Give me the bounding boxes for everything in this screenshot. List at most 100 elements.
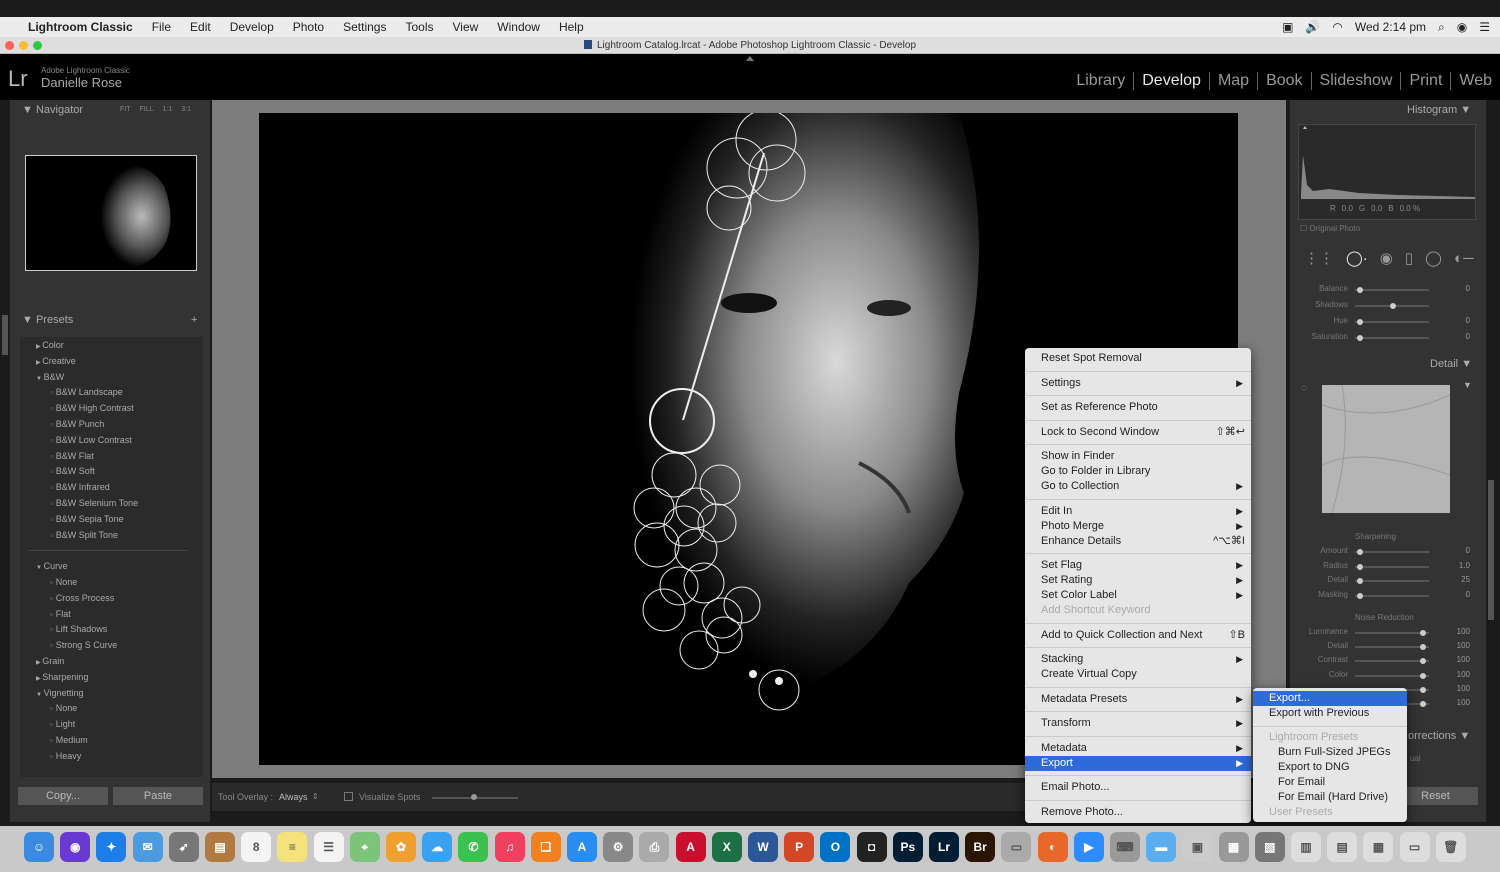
app-store-icon[interactable]: A — [567, 832, 597, 862]
menu-item[interactable]: Stacking ▶ — [1025, 652, 1251, 667]
firefox-icon[interactable]: ◐ — [1037, 832, 1068, 862]
menu-window[interactable]: Window — [497, 20, 540, 34]
preset-item[interactable]: ▫ Medium — [50, 733, 88, 749]
slider-track[interactable] — [1355, 660, 1429, 663]
notes-icon[interactable]: ≡ — [277, 832, 308, 862]
detail-target-icon[interactable]: ◌ — [1301, 383, 1307, 394]
menu-item[interactable]: Reset Spot Removal — [1025, 351, 1251, 366]
menu-item[interactable]: Edit In ▶ — [1025, 504, 1251, 519]
acrobat-icon[interactable]: A — [675, 832, 706, 862]
music-icon[interactable]: ♫ — [494, 832, 525, 862]
red-eye-tool-icon[interactable]: ◉ — [1380, 249, 1393, 267]
slider-thumb[interactable] — [1357, 563, 1363, 570]
detail-preview[interactable] — [1321, 384, 1451, 514]
module-book[interactable]: Book — [1257, 72, 1310, 90]
bridge-icon[interactable]: Br — [965, 832, 996, 862]
detail-preview-toggle-icon[interactable]: ▼ — [1463, 380, 1472, 390]
zoom-fill[interactable]: FILL — [140, 106, 154, 113]
slider-value[interactable]: 1.0 — [1450, 561, 1470, 570]
preset-item[interactable]: ▫ B&W Soft — [50, 464, 95, 480]
slider-track[interactable] — [1355, 551, 1429, 553]
preset-item[interactable]: ▫ Heavy — [50, 749, 81, 765]
menu-item[interactable]: Set as Reference Photo — [1025, 400, 1251, 415]
menu-file[interactable]: File — [152, 20, 171, 34]
menu-item[interactable]: Burn Full-Sized JPEGs — [1253, 745, 1407, 760]
lens-corrections-tab[interactable]: ual — [1410, 754, 1421, 763]
slider-thumb[interactable] — [1357, 549, 1363, 555]
menu-develop[interactable]: Develop — [230, 20, 274, 34]
maps-icon[interactable]: ⌖ — [349, 832, 380, 862]
slider-thumb[interactable] — [1357, 319, 1363, 325]
menu-item[interactable]: Enhance Details ^⌥⌘I — [1025, 534, 1251, 549]
slider-thumb[interactable] — [1390, 303, 1396, 309]
keyboard-icon[interactable]: ⌨ — [1110, 832, 1140, 862]
slider-thumb[interactable] — [1420, 686, 1426, 693]
presets-header[interactable]: ▼ Presets — [22, 314, 73, 326]
menu-item[interactable]: Email Photo... — [1025, 780, 1251, 795]
calendar-icon[interactable]: 8 — [241, 832, 272, 862]
app-menu[interactable]: Lightroom Classic — [28, 20, 133, 34]
expanded-triangle-icon[interactable]: ▼ — [36, 376, 44, 382]
camera-icon[interactable]: ▣ — [1282, 20, 1293, 34]
preset-item[interactable]: ▫ Lift Shadows — [50, 622, 107, 638]
preset-item[interactable]: ▫ B&W High Contrast — [50, 401, 134, 417]
lens-corrections-header[interactable]: orrections ▼ — [1408, 730, 1470, 742]
slider-thumb[interactable] — [1357, 287, 1363, 293]
menu-item[interactable]: Lock to Second Window ⇧⌘↩ — [1025, 425, 1251, 440]
photoshop-icon[interactable]: Ps — [892, 832, 923, 862]
minimize-window-button[interactable] — [19, 41, 28, 50]
preset-item[interactable]: ▫ None — [50, 575, 77, 591]
preset-item[interactable]: ▫ Strong S Curve — [50, 638, 117, 654]
slider-value[interactable]: 0 — [1450, 332, 1470, 341]
slider-value[interactable]: 0 — [1450, 284, 1470, 293]
slider-value[interactable]: 100 — [1450, 670, 1470, 679]
left-scrollbar[interactable] — [2, 315, 8, 355]
menu-item[interactable]: Add to Quick Collection and Next ⇧B — [1025, 628, 1251, 643]
slider-value[interactable]: 100 — [1450, 655, 1470, 664]
preset-item[interactable]: ▫ B&W Split Tone — [50, 528, 118, 544]
menu-photo[interactable]: Photo — [293, 20, 324, 34]
zoom-fit[interactable]: FIT — [120, 106, 131, 113]
visualize-spots-checkbox[interactable] — [344, 792, 353, 801]
slider-value[interactable]: 25 — [1450, 575, 1470, 584]
adjustment-brush-icon[interactable]: ◐─ — [1454, 250, 1474, 267]
control-center-icon[interactable]: ☰ — [1479, 20, 1490, 34]
expanded-triangle-icon[interactable]: ▼ — [36, 692, 44, 698]
right-scrollbar[interactable] — [1488, 480, 1494, 620]
preset-item[interactable]: ▫ B&W Sepia Tone — [50, 512, 124, 528]
menu-item[interactable]: Export to DNG — [1253, 760, 1407, 775]
slider-value[interactable]: 0 — [1450, 590, 1470, 599]
screen-icon[interactable]: ▭ — [1399, 832, 1430, 862]
notebook-icon[interactable]: ▤ — [205, 832, 235, 862]
menu-item[interactable]: Export... — [1253, 691, 1407, 706]
detail-header[interactable]: Detail ▼ — [1430, 358, 1472, 370]
archive-icon[interactable]: ▦ — [1218, 832, 1249, 862]
zoom-3-1[interactable]: 3:1 — [181, 106, 191, 113]
slider-thumb[interactable] — [1420, 672, 1426, 679]
slider-value[interactable]: 100 — [1450, 684, 1470, 693]
menu-view[interactable]: View — [452, 20, 478, 34]
safari-icon[interactable]: ✦ — [96, 832, 127, 862]
excel-icon[interactable]: X — [711, 832, 742, 862]
module-library[interactable]: Library — [1068, 72, 1133, 90]
original-photo-checkbox[interactable]: ☐ Original Photo — [1300, 224, 1360, 233]
slider-track[interactable] — [1355, 580, 1429, 582]
module-web[interactable]: Web — [1450, 72, 1500, 90]
crop-tool-icon[interactable]: ⋮⋮ — [1304, 249, 1334, 267]
finder-icon[interactable]: ☺ — [24, 832, 54, 862]
tool-overlay-select[interactable]: Always — [279, 792, 308, 802]
menu-item[interactable]: Set Flag ▶ — [1025, 558, 1251, 573]
preset-item[interactable]: ▫ B&W Selenium Tone — [50, 496, 138, 512]
clock[interactable]: Wed 2:14 pm — [1355, 20, 1426, 34]
navigator-header[interactable]: ▼ Navigator — [22, 104, 83, 116]
menu-item[interactable]: For Email (Hard Drive) — [1253, 790, 1407, 805]
menu-item[interactable]: Export ▶ — [1025, 755, 1251, 771]
spotlight-search-icon[interactable]: ⌕ — [1438, 20, 1445, 35]
slider-track[interactable] — [1355, 594, 1429, 597]
slider-value[interactable]: 0 — [1450, 316, 1470, 325]
menu-item[interactable]: Metadata Presets ▶ — [1025, 692, 1251, 707]
navigator-preview[interactable] — [25, 155, 197, 271]
photos-icon[interactable]: ✿ — [386, 832, 416, 862]
printer-icon[interactable]: ⎙ — [639, 832, 670, 862]
trash-icon[interactable]: 🗑 — [1435, 832, 1466, 862]
